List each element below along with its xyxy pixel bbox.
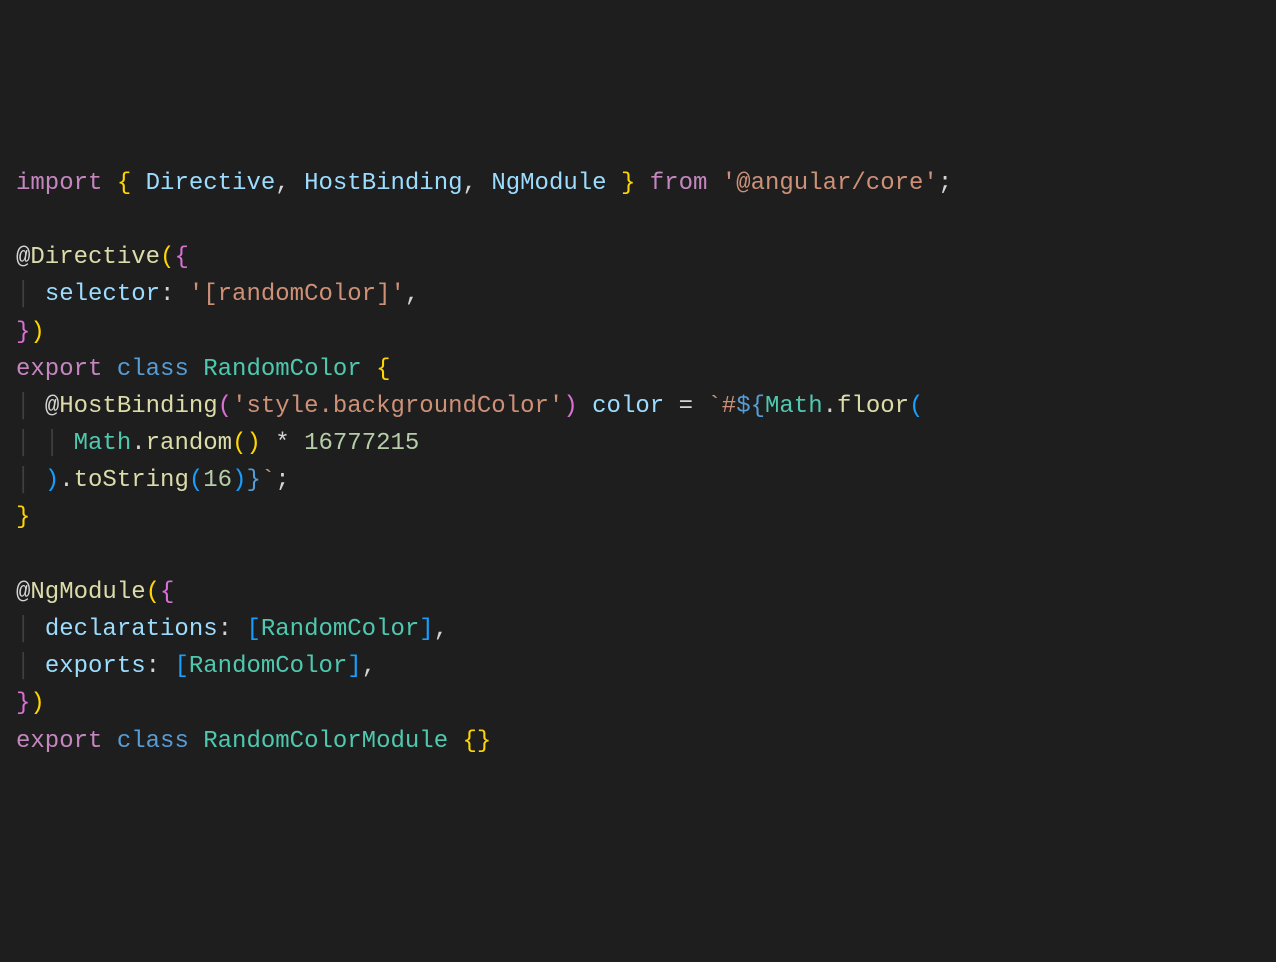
line-8: │ │ Math.random() * 16777215 (16, 430, 419, 457)
kw-export: export (16, 356, 102, 383)
op-multiply: * (275, 430, 289, 457)
ident-math2: Math (74, 430, 132, 457)
decorator-directive: Directive (30, 244, 160, 271)
line-7: │ @HostBinding('style.backgroundColor') … (16, 393, 923, 420)
ref-randomcolor1: RandomColor (261, 616, 419, 643)
line-14: │ exports: [RandomColor], (16, 653, 376, 680)
class-randomcolormodule: RandomColorModule (203, 728, 448, 755)
brace-open: { (117, 170, 131, 197)
line-15: }) (16, 690, 45, 717)
kw-export2: export (16, 728, 102, 755)
ident-ngmodule: NgModule (491, 170, 606, 197)
num-radix: 16 (203, 467, 232, 494)
kw-from: from (650, 170, 708, 197)
line-12: @NgModule({ (16, 579, 174, 606)
class-randomcolor: RandomColor (203, 356, 361, 383)
template-close: ` (261, 467, 275, 494)
prop-selector: selector (45, 281, 160, 308)
kw-import: import (16, 170, 102, 197)
line-1: import { Directive, HostBinding, NgModul… (16, 170, 952, 197)
line-10: } (16, 504, 30, 531)
template-expr-close: } (246, 467, 260, 494)
fn-tostring: toString (74, 467, 189, 494)
line-6: export class RandomColor { (16, 356, 391, 383)
string-selector: '[randomColor]' (189, 281, 405, 308)
template-expr-open: ${ (736, 393, 765, 420)
code-block[interactable]: import { Directive, HostBinding, NgModul… (16, 165, 1260, 760)
num-maxcolor: 16777215 (304, 430, 419, 457)
decorator-at: @ (16, 244, 30, 271)
ident-directive: Directive (146, 170, 276, 197)
ident-math: Math (765, 393, 823, 420)
decorator-ngmodule: NgModule (30, 579, 145, 606)
line-9: │ ).toString(16)}`; (16, 467, 290, 494)
line-16: export class RandomColorModule {} (16, 728, 491, 755)
ident-hostbinding: HostBinding (304, 170, 462, 197)
prop-declarations: declarations (45, 616, 218, 643)
string-module: '@angular/core' (722, 170, 938, 197)
decorator-hostbinding: HostBinding (59, 393, 217, 420)
line-5: }) (16, 319, 45, 346)
line-4: │ selector: '[randomColor]', (16, 281, 419, 308)
prop-exports: exports (45, 653, 146, 680)
template-open: ` (707, 393, 721, 420)
ref-randomcolor2: RandomColor (189, 653, 347, 680)
brace-close: } (621, 170, 635, 197)
fn-floor: floor (837, 393, 909, 420)
prop-color: color (592, 393, 664, 420)
string-style-bg: 'style.backgroundColor' (232, 393, 563, 420)
line-13: │ declarations: [RandomColor], (16, 616, 448, 643)
kw-class: class (117, 356, 189, 383)
fn-random: random (146, 430, 232, 457)
kw-class2: class (117, 728, 189, 755)
line-3: @Directive({ (16, 244, 189, 271)
